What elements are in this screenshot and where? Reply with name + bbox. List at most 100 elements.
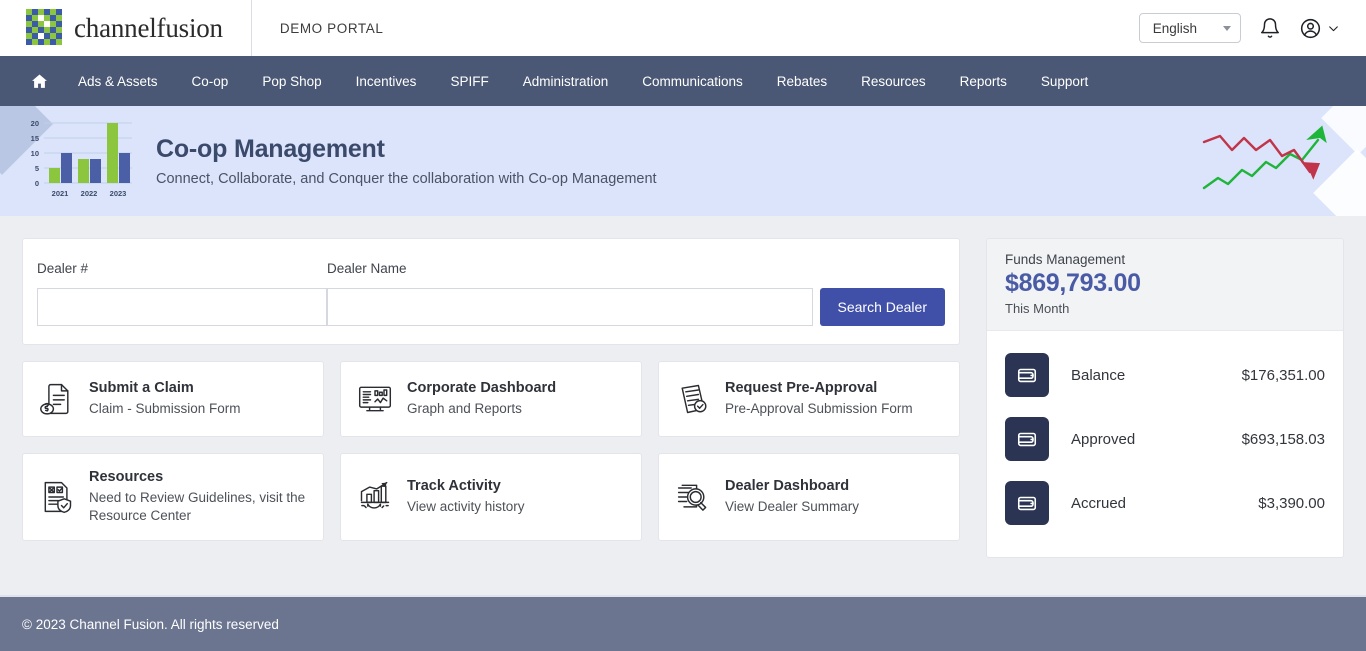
tile-track-activity[interactable]: Track Activity View activity history xyxy=(340,453,642,541)
svg-text:2021: 2021 xyxy=(52,189,69,198)
wallet-icon xyxy=(1005,353,1049,397)
tile-subtitle: View activity history xyxy=(407,499,525,515)
funds-total-amount: $869,793.00 xyxy=(1005,269,1141,297)
tile-request-pre-approval[interactable]: Request Pre-Approval Pre-Approval Submis… xyxy=(658,361,960,437)
language-selector-value: English xyxy=(1152,20,1197,36)
funds-period: This Month xyxy=(1005,301,1070,316)
tile-resources[interactable]: Resources Need to Review Guidelines, vis… xyxy=(22,453,324,541)
notifications-button[interactable] xyxy=(1259,17,1281,39)
fund-label: Accrued xyxy=(1071,494,1127,512)
nav-item-communications[interactable]: Communications xyxy=(625,56,760,106)
svg-text:2023: 2023 xyxy=(110,189,127,198)
list-item[interactable]: Accrued $3,390.00 xyxy=(1005,471,1325,535)
page-title: Co-op Management xyxy=(156,135,385,163)
fund-label: Approved xyxy=(1071,430,1136,448)
document-shield-check-icon xyxy=(39,479,75,515)
dealer-number-input[interactable] xyxy=(37,288,327,326)
brand-wordmark: channelfusion xyxy=(74,12,223,43)
tile-subtitle: Graph and Reports xyxy=(407,401,522,417)
wallet-icon xyxy=(1005,417,1049,461)
top-bar-actions: English xyxy=(1138,13,1366,43)
tile-corporate-dashboard[interactable]: Corporate Dashboard Graph and Reports xyxy=(340,361,642,437)
nav-item-co-op[interactable]: Co-op xyxy=(175,56,246,106)
account-menu[interactable] xyxy=(1299,17,1340,40)
tile-title: Request Pre-Approval xyxy=(725,380,878,397)
wallet-icon xyxy=(1005,481,1049,525)
account-circle-icon xyxy=(1300,18,1321,38)
page-footer: © 2023 Channel Fusion. All rights reserv… xyxy=(0,595,1366,651)
document-magnifier-icon xyxy=(675,479,711,515)
chevron-down-icon xyxy=(1223,25,1231,31)
dealer-name-label: Dealer Name xyxy=(327,261,407,276)
bar-chart-gear-icon xyxy=(357,479,393,515)
language-selector[interactable]: English xyxy=(1138,13,1241,43)
tile-title: Submit a Claim xyxy=(89,380,194,397)
nav-item-administration[interactable]: Administration xyxy=(506,56,626,106)
funds-header: Funds Management $869,793.00 This Month xyxy=(987,239,1343,331)
search-labels-row: Dealer # Dealer Name xyxy=(37,261,945,276)
dealer-number-label: Dealer # xyxy=(37,261,89,276)
fund-value: $3,390.00 xyxy=(1258,494,1325,512)
main-content: Dealer # Dealer Name Search Dealer Submi… xyxy=(0,216,1366,651)
document-check-icon xyxy=(675,381,711,417)
tile-submit-a-claim[interactable]: Submit a Claim Claim - Submission Form xyxy=(22,361,324,437)
tile-text: Resources Need to Review Guidelines, vis… xyxy=(89,468,307,526)
tile-text: Dealer Dashboard View Dealer Summary xyxy=(725,477,859,516)
nav-item-spiff[interactable]: SPIFF xyxy=(433,56,505,106)
list-item[interactable]: Approved $693,158.03 xyxy=(1005,407,1325,471)
portal-label: DEMO PORTAL xyxy=(279,20,384,36)
nav-item-incentives[interactable]: Incentives xyxy=(339,56,434,106)
top-bar: channelfusion DEMO PORTAL English xyxy=(0,0,1366,56)
nav-item-reports[interactable]: Reports xyxy=(943,56,1024,106)
nav-item-ads-assets[interactable]: Ads & Assets xyxy=(61,56,175,106)
tile-title: Dealer Dashboard xyxy=(725,478,850,495)
page-subtitle: Connect, Collaborate, and Conquer the co… xyxy=(156,171,657,187)
nav-item-pop-shop[interactable]: Pop Shop xyxy=(245,56,338,106)
dealer-search-panel: Dealer # Dealer Name Search Dealer xyxy=(22,238,960,345)
fund-value: $693,158.03 xyxy=(1241,430,1325,448)
page-banner: 20 15 10 5 0 2021 2022 2023 Co-op Manage… xyxy=(0,106,1366,216)
list-item[interactable]: Balance $176,351.00 xyxy=(1005,343,1325,407)
tile-text: Corporate Dashboard Graph and Reports xyxy=(407,379,556,418)
monitor-dashboard-icon xyxy=(357,381,393,417)
tile-subtitle: Need to Review Guidelines, visit the Res… xyxy=(89,490,306,524)
svg-text:10: 10 xyxy=(31,149,39,158)
tile-text: Submit a Claim Claim - Submission Form xyxy=(89,379,241,418)
sidebar-item-home[interactable] xyxy=(22,56,61,106)
claim-document-money-icon xyxy=(39,381,75,417)
svg-text:5: 5 xyxy=(35,164,39,173)
chevron-down-icon xyxy=(1329,25,1338,31)
svg-text:2022: 2022 xyxy=(81,189,98,198)
quick-action-tiles: Submit a Claim Claim - Submission Form C… xyxy=(22,361,960,541)
home-icon xyxy=(32,74,47,88)
tile-subtitle: View Dealer Summary xyxy=(725,499,860,515)
search-inputs-row: Search Dealer xyxy=(37,288,945,326)
banner-mini-bar-chart: 20 15 10 5 0 2021 2022 2023 xyxy=(31,119,132,198)
brand-logo[interactable]: channelfusion xyxy=(0,0,252,56)
channelfusion-logo-icon xyxy=(26,9,64,47)
funds-rows: Balance $176,351.00 Approved $693,158.03 xyxy=(987,331,1343,557)
tile-text: Track Activity View activity history xyxy=(407,477,525,516)
right-column: Funds Management $869,793.00 This Month … xyxy=(986,238,1344,651)
funds-management-panel: Funds Management $869,793.00 This Month … xyxy=(986,238,1344,558)
copyright-text: © 2023 Channel Fusion. All rights reserv… xyxy=(22,616,279,632)
search-dealer-button[interactable]: Search Dealer xyxy=(819,288,945,326)
fund-value: $176,351.00 xyxy=(1241,366,1325,384)
bell-icon xyxy=(1261,18,1279,38)
nav-item-resources[interactable]: Resources xyxy=(844,56,943,106)
nav-item-support[interactable]: Support xyxy=(1024,56,1105,106)
tile-title: Resources xyxy=(89,469,164,485)
tile-title: Corporate Dashboard xyxy=(407,380,557,397)
svg-text:15: 15 xyxy=(31,134,39,143)
left-column: Dealer # Dealer Name Search Dealer Submi… xyxy=(22,238,960,651)
svg-text:0: 0 xyxy=(35,179,39,188)
banner-text-block: Co-op Management Connect, Collaborate, a… xyxy=(156,135,657,187)
svg-text:20: 20 xyxy=(31,119,39,128)
dealer-name-input[interactable] xyxy=(327,288,813,326)
fund-label: Balance xyxy=(1071,366,1126,384)
nav-item-rebates[interactable]: Rebates xyxy=(760,56,844,106)
tile-subtitle: Claim - Submission Form xyxy=(89,401,241,417)
main-navigation: Ads & Assets Co-op Pop Shop Incentives S… xyxy=(0,56,1366,106)
tile-dealer-dashboard[interactable]: Dealer Dashboard View Dealer Summary xyxy=(658,453,960,541)
trend-arrows-icon xyxy=(1202,125,1327,190)
